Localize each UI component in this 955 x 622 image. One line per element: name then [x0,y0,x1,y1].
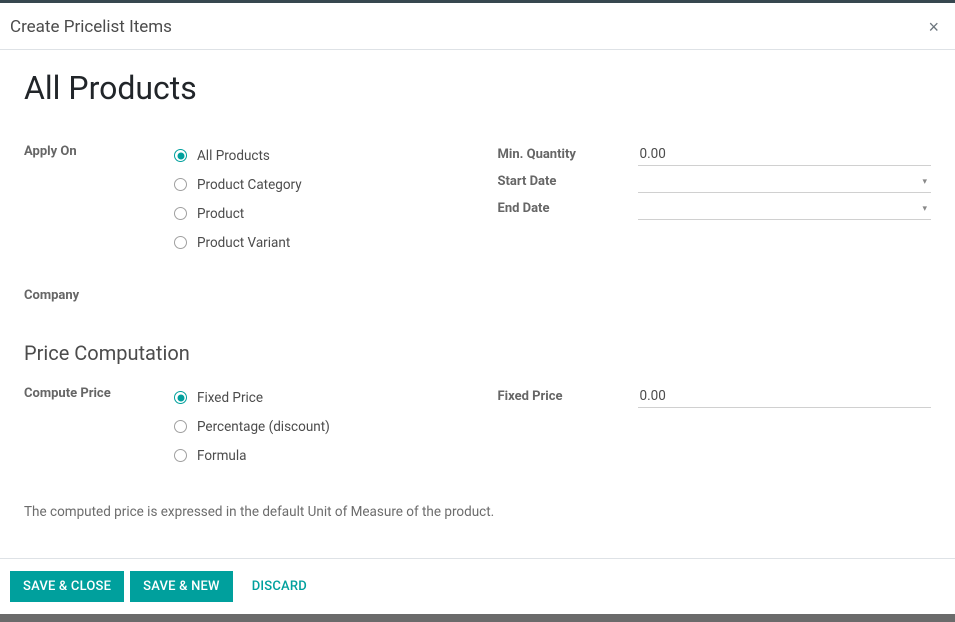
end-date-input[interactable] [638,197,932,220]
fixed-price-row: Fixed Price [498,383,932,410]
save-close-button[interactable]: SAVE & CLOSE [10,571,124,602]
compute-price-option-fixed[interactable]: Fixed Price [174,383,458,412]
radio-icon [174,149,187,162]
compute-price-radio-group: Fixed Price Percentage (discount) Formul… [174,383,458,470]
compute-price-row: Compute Price Fixed Price Percentage (di… [24,383,458,470]
radio-label: Fixed Price [197,390,263,406]
apply-on-radio-group: All Products Product Category Product Pr… [174,141,458,257]
radio-label: All Products [197,148,270,164]
end-date-row: End Date ▾ [498,195,932,222]
apply-on-option-product[interactable]: Product [174,199,458,228]
fixed-price-input[interactable] [638,385,932,408]
close-button[interactable]: × [928,18,939,36]
min-quantity-row: Min. Quantity [498,141,932,168]
compute-price-option-formula[interactable]: Formula [174,441,458,470]
page-title: All Products [24,69,931,107]
modal-footer: SAVE & CLOSE SAVE & NEW DISCARD [0,558,955,614]
radio-icon [174,449,187,462]
modal-title: Create Pricelist Items [10,17,172,37]
apply-on-option-product-variant[interactable]: Product Variant [174,228,458,257]
footnote-text: The computed price is expressed in the d… [24,504,931,520]
apply-on-row: Apply On All Products Product Category P… [24,141,458,257]
start-date-row: Start Date ▾ [498,168,932,195]
start-date-input-wrap[interactable]: ▾ [638,170,932,193]
radio-icon [174,236,187,249]
save-new-button[interactable]: SAVE & NEW [130,571,233,602]
price-computation-title: Price Computation [24,341,931,365]
company-label: Company [24,285,174,303]
radio-label: Product Variant [197,235,290,251]
end-date-label: End Date [498,201,628,216]
compute-price-label: Compute Price [24,383,174,401]
radio-icon [174,391,187,404]
window-bottom-border [0,614,955,622]
apply-on-option-product-category[interactable]: Product Category [174,170,458,199]
start-date-input[interactable] [638,170,932,193]
radio-label: Product [197,206,244,222]
radio-icon [174,178,187,191]
apply-on-option-all-products[interactable]: All Products [174,141,458,170]
left-column: Apply On All Products Product Category P… [24,141,458,303]
radio-icon [174,420,187,433]
discard-button[interactable]: DISCARD [239,571,320,602]
radio-label: Formula [197,448,247,464]
right-column: Min. Quantity Start Date ▾ End Date ▾ [498,141,932,303]
left-column: Compute Price Fixed Price Percentage (di… [24,383,458,470]
fixed-price-input-wrap [638,385,932,408]
start-date-label: Start Date [498,174,628,189]
modal-header: Create Pricelist Items × [0,3,955,50]
radio-label: Percentage (discount) [197,419,330,435]
min-quantity-input-wrap [638,143,932,166]
fixed-price-label: Fixed Price [498,389,628,404]
top-section: Apply On All Products Product Category P… [24,141,931,303]
radio-label: Product Category [197,177,302,193]
spacer [24,309,931,333]
min-quantity-input[interactable] [638,143,932,166]
apply-on-label: Apply On [24,141,174,159]
end-date-input-wrap[interactable]: ▾ [638,197,932,220]
company-row: Company [24,285,458,303]
close-icon: × [928,17,939,37]
compute-price-option-percentage[interactable]: Percentage (discount) [174,412,458,441]
compute-section: Compute Price Fixed Price Percentage (di… [24,383,931,470]
min-quantity-label: Min. Quantity [498,147,628,162]
radio-icon [174,207,187,220]
right-column: Fixed Price [498,383,932,470]
modal-body: All Products Apply On All Products Produ… [0,50,955,539]
